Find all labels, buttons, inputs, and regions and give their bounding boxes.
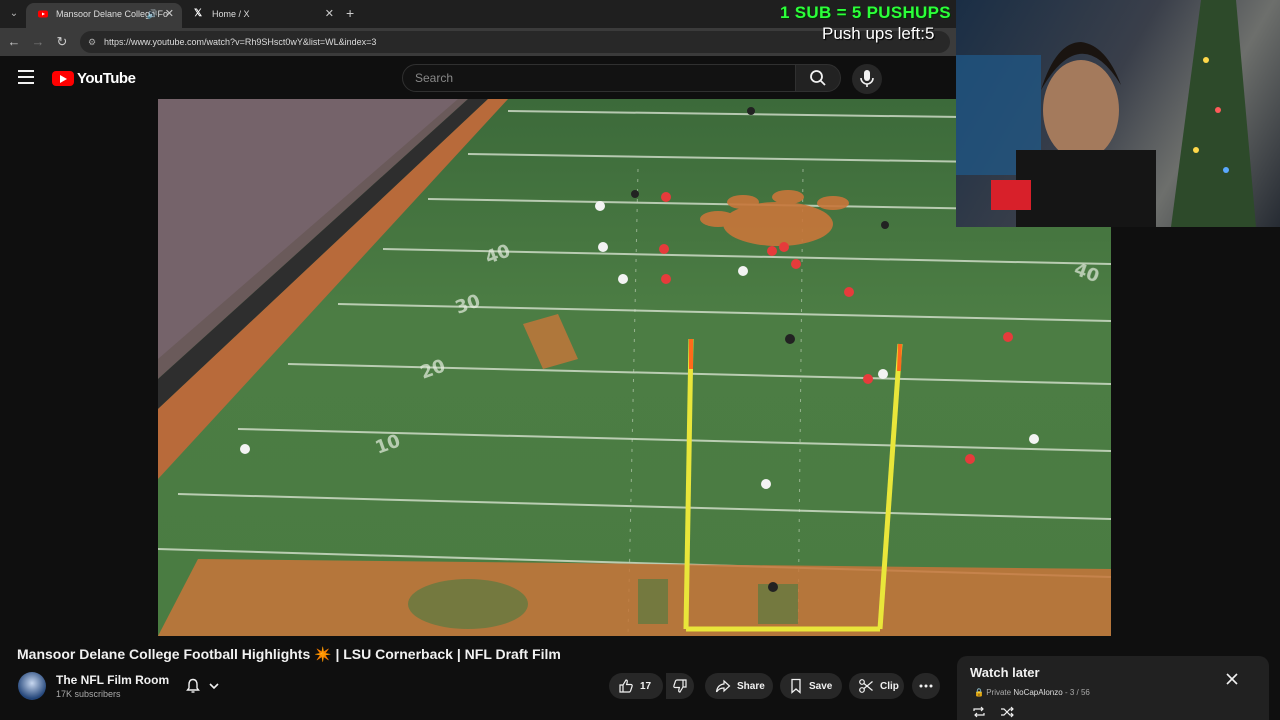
- browser-tab-x[interactable]: 𝕏 Home / X ✕: [182, 3, 342, 28]
- clip-label: Clip: [880, 680, 899, 692]
- svg-text:30: 30: [453, 290, 484, 318]
- close-icon[interactable]: [1225, 672, 1239, 686]
- youtube-play-logo-icon: [52, 70, 74, 86]
- site-settings-icon[interactable]: ⚙: [88, 37, 98, 47]
- video-title: Mansoor Delane College Football Highligh…: [17, 646, 561, 662]
- close-tab-icon[interactable]: ✕: [325, 3, 334, 25]
- menu-hamburger-icon[interactable]: [18, 70, 34, 84]
- speaker-icon[interactable]: 🔊: [147, 3, 158, 25]
- chevron-down-icon: [209, 683, 219, 690]
- share-button[interactable]: Share: [705, 673, 773, 699]
- like-count: 17: [640, 680, 652, 692]
- lock-icon: 🔒: [974, 688, 984, 697]
- more-actions-button[interactable]: [912, 673, 940, 699]
- playlist-privacy: Private: [986, 688, 1012, 697]
- voice-search-button[interactable]: [852, 64, 882, 94]
- reload-icon[interactable]: ↻: [54, 34, 70, 50]
- bell-icon: [186, 678, 200, 693]
- share-label: Share: [737, 680, 765, 692]
- svg-text:10: 10: [373, 430, 404, 458]
- thumbs-down-icon: [673, 679, 687, 693]
- streamer-webcam: [956, 0, 1280, 227]
- shuffle-icon[interactable]: [1000, 706, 1014, 718]
- more-horizontal-icon: [919, 684, 933, 688]
- playlist-position: 3 / 56: [1069, 688, 1090, 697]
- search-icon: [810, 70, 826, 86]
- loop-icon[interactable]: [972, 706, 986, 718]
- tab-search-chevron-icon[interactable]: ⌄: [6, 6, 22, 22]
- search-button[interactable]: [795, 64, 841, 92]
- youtube-favicon-icon: [38, 10, 48, 18]
- forward-arrow-icon[interactable]: →: [30, 34, 46, 50]
- microphone-icon: [860, 70, 874, 87]
- playlist-meta: 🔒 Private NoCapAlonzo - 3 / 56: [974, 688, 1090, 697]
- watch-later-playlist-panel: Watch later 🔒 Private NoCapAlonzo - 3 / …: [957, 656, 1269, 720]
- youtube-wordmark: YouTube: [77, 69, 136, 87]
- url-text[interactable]: https://www.youtube.com/watch?v=Rh9SHsct…: [104, 31, 376, 53]
- channel-avatar[interactable]: [18, 672, 46, 700]
- share-arrow-icon: [715, 679, 731, 693]
- save-button[interactable]: Save: [780, 673, 842, 699]
- youtube-header: YouTube: [0, 56, 956, 100]
- meta-separator: -: [1064, 688, 1068, 697]
- overlay-sub-pushups-text: 1 SUB = 5 PUSHUPS: [780, 3, 951, 22]
- save-label: Save: [809, 680, 833, 692]
- dislike-button[interactable]: [666, 673, 694, 699]
- scissors-icon: [859, 679, 873, 693]
- notification-bell-button[interactable]: [176, 672, 234, 700]
- youtube-logo[interactable]: YouTube: [52, 68, 136, 88]
- svg-text:20: 20: [418, 355, 449, 383]
- address-bar[interactable]: ⚙ https://www.youtube.com/watch?v=Rh9SHs…: [80, 31, 950, 53]
- playlist-owner[interactable]: NoCapAlonzo: [1013, 688, 1062, 697]
- close-tab-icon[interactable]: ✕: [165, 3, 174, 25]
- svg-text:40: 40: [483, 240, 514, 268]
- channel-subscriber-count: 17K subscribers: [56, 689, 121, 699]
- overlay-pushups-left-text: Push ups left:5: [822, 24, 935, 43]
- like-button[interactable]: 17: [609, 673, 663, 699]
- webcam-image: [956, 0, 1256, 227]
- channel-name[interactable]: The NFL Film Room: [56, 673, 169, 687]
- thumbs-up-icon: [619, 679, 633, 693]
- search-box[interactable]: [402, 64, 796, 92]
- clip-button[interactable]: Clip: [849, 673, 904, 699]
- search-input[interactable]: [403, 65, 795, 91]
- browser-tab-youtube[interactable]: Mansoor Delane College Fo 🔊 ✕: [26, 3, 182, 28]
- x-logo-icon: 𝕏: [194, 8, 203, 19]
- bookmark-icon: [791, 678, 801, 694]
- back-arrow-icon[interactable]: ←: [6, 34, 22, 50]
- playlist-title[interactable]: Watch later: [970, 665, 1040, 680]
- tab-title: Home / X: [212, 9, 250, 19]
- new-tab-plus-icon[interactable]: +: [346, 5, 354, 21]
